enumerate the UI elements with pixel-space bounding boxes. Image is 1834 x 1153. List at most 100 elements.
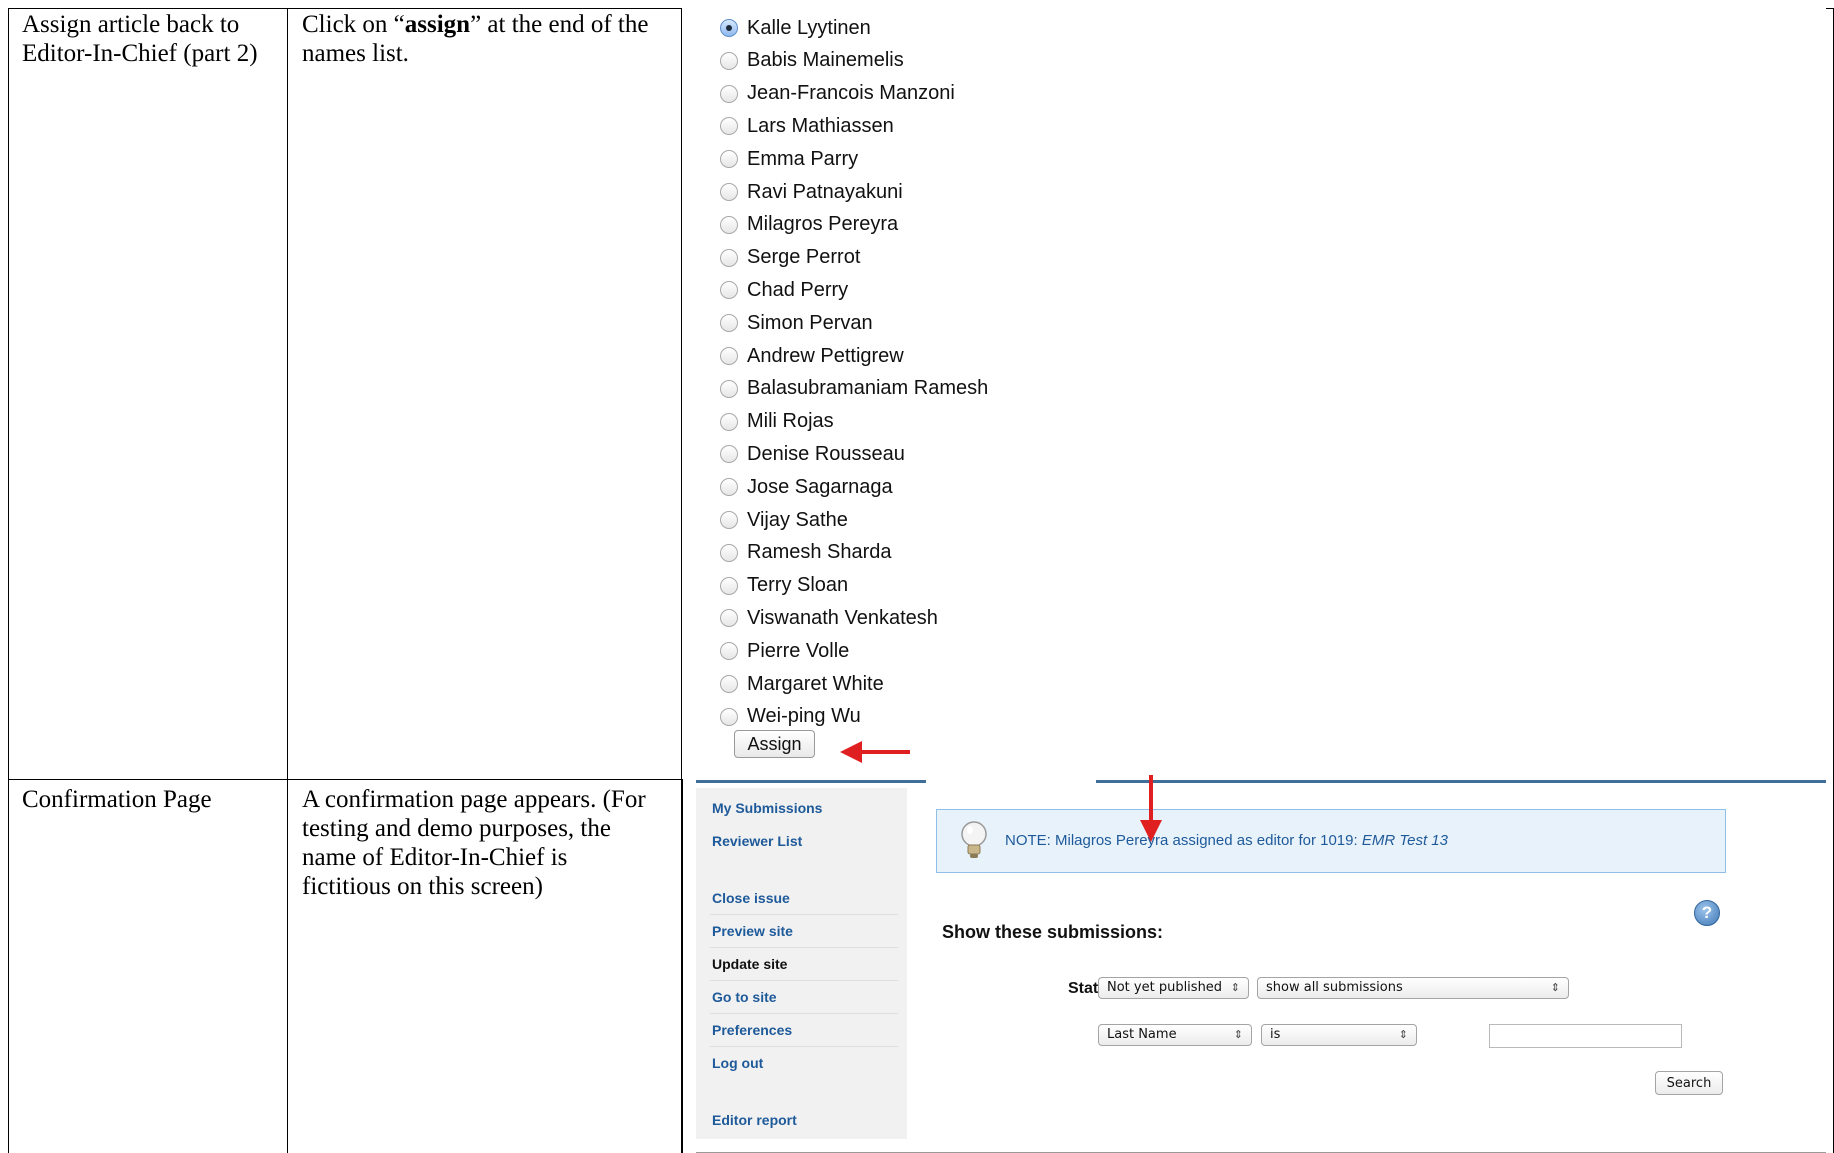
editor-list-screenshot: Kalle Lyytinen Babis Mainemelis Jean-Franc… — [682, 8, 1826, 779]
step-title-2: Confirmation Page — [22, 786, 212, 813]
select-arrows-icon: ⇕ — [1550, 981, 1560, 994]
notice-message: NOTE: Milagros Pereyra assigned as edito… — [1005, 832, 1448, 849]
editor-name-label: Kalle Lyytinen — [747, 16, 871, 39]
confirmation-notice: NOTE: Milagros Pereyra assigned as edito… — [936, 809, 1726, 873]
editor-radio-option[interactable]: Kalle Lyytinen — [720, 13, 871, 43]
radio-button[interactable] — [720, 248, 738, 267]
editor-radio-option[interactable]: Denise Rousseau — [720, 439, 905, 469]
editor-radio-option[interactable]: Viswanath Venkatesh — [720, 603, 938, 633]
radio-button[interactable] — [720, 576, 738, 595]
editor-radio-option[interactable]: Chad Perry — [720, 275, 848, 305]
radio-button[interactable] — [720, 183, 738, 201]
editor-radio-option[interactable]: Ravi Patnayakuni — [720, 177, 903, 207]
editor-name-label: Terry Sloan — [747, 574, 849, 597]
editor-name-label: Serge Perrot — [747, 246, 861, 269]
radio-button[interactable] — [720, 281, 738, 300]
show-submissions-heading: Show these submissions: — [942, 922, 1164, 942]
sidebar-item-my-submissions[interactable]: My Submissions — [712, 800, 822, 816]
editor-radio-option[interactable]: Andrew Pettigrew — [720, 341, 904, 371]
row-divider — [8, 779, 682, 780]
radio-button[interactable] — [720, 511, 738, 529]
sidebar-item-go-to-site[interactable]: Go to site — [712, 989, 777, 1005]
step-description-1: Click on “assign” at the end of the name… — [302, 10, 662, 68]
sidebar-item-close-issue[interactable]: Close issue — [712, 890, 790, 906]
editor-radio-option[interactable]: Pierre Volle — [720, 636, 849, 666]
radio-button[interactable] — [720, 445, 738, 464]
search-button[interactable]: Search — [1655, 1071, 1723, 1095]
radio-button[interactable] — [720, 379, 738, 398]
radio-button[interactable] — [720, 19, 738, 37]
sidebar-divider — [710, 947, 898, 948]
editor-radio-option[interactable]: Emma Parry — [720, 144, 858, 174]
editor-name-label: Margaret White — [747, 672, 884, 695]
editor-radio-option[interactable]: Milagros Pereyra — [720, 210, 898, 240]
radio-button[interactable] — [720, 642, 738, 661]
editor-name-label: Mili Rojas — [747, 410, 834, 433]
radio-button[interactable] — [720, 314, 738, 333]
sidebar-item-preferences[interactable]: Preferences — [712, 1022, 792, 1038]
assign-button[interactable]: Assign — [734, 730, 815, 758]
select-arrows-icon: ⇕ — [1230, 981, 1240, 994]
radio-button[interactable] — [720, 347, 738, 365]
desc-text-bold: assign — [404, 11, 471, 38]
editor-radio-option[interactable]: Simon Pervan — [720, 308, 873, 338]
notice-prefix: NOTE: Milagros Pereyra assigned as edito… — [1005, 832, 1362, 849]
step-description-2: A confirmation page appears. (For testin… — [302, 786, 646, 900]
confirmation-screenshot: My Submissions Reviewer List Close issue… — [696, 780, 1826, 1153]
select-arrows-icon: ⇕ — [1233, 1028, 1243, 1041]
sidebar-item-reviewer-list[interactable]: Reviewer List — [712, 833, 802, 849]
editor-radio-option[interactable]: Terry Sloan — [720, 571, 848, 601]
help-icon[interactable]: ? — [1694, 900, 1720, 926]
editor-name-label: Simon Pervan — [747, 311, 873, 334]
filter-select[interactable]: show all submissions ⇕ — [1257, 977, 1569, 999]
sidebar-divider — [710, 1013, 898, 1014]
editor-radio-option[interactable]: Wei-ping Wu — [720, 702, 861, 732]
state-select[interactable]: Not yet published ⇕ — [1098, 977, 1249, 999]
editor-name-label: Ramesh Sharda — [747, 541, 892, 564]
radio-button[interactable] — [720, 609, 738, 628]
editor-radio-option[interactable]: Vijay Sathe — [720, 505, 848, 535]
radio-button[interactable] — [720, 707, 738, 726]
state-select-value: Not yet published — [1107, 980, 1223, 995]
lightbulb-icon — [961, 821, 987, 858]
filter-select-value: show all submissions — [1266, 980, 1403, 995]
sidebar-divider — [710, 980, 898, 981]
radio-button[interactable] — [720, 543, 738, 562]
editor-name-label: Babis Mainemelis — [747, 49, 904, 72]
radio-button[interactable] — [720, 675, 738, 693]
editor-radio-option[interactable]: Balasubramaniam Ramesh — [720, 374, 988, 404]
operator-select-value: is — [1270, 1027, 1281, 1042]
radio-button[interactable] — [720, 150, 738, 169]
editor-name-label: Chad Perry — [747, 278, 849, 301]
editor-radio-option[interactable]: Jose Sagarnaga — [720, 472, 893, 502]
editor-name-label: Viswanath Venkatesh — [747, 606, 938, 629]
search-value-input[interactable] — [1489, 1024, 1682, 1048]
editor-radio-option[interactable]: Ramesh Sharda — [720, 538, 892, 568]
sidebar-item-log-out[interactable]: Log out — [712, 1055, 763, 1071]
editor-radio-option[interactable]: Jean-Francois Manzoni — [720, 79, 955, 109]
editor-name-label: Jose Sagarnaga — [747, 475, 893, 498]
field-select[interactable]: Last Name ⇕ — [1098, 1024, 1252, 1046]
sidebar-divider — [710, 1046, 898, 1047]
desc-text-before: Click on “ — [302, 11, 405, 38]
radio-button[interactable] — [720, 478, 738, 497]
editor-radio-option[interactable]: Mili Rojas — [720, 407, 834, 437]
editor-name-label: Balasubramaniam Ramesh — [747, 377, 989, 400]
editor-name-label: Andrew Pettigrew — [747, 344, 904, 367]
sidebar-item-editor-report[interactable]: Editor report — [712, 1112, 797, 1128]
editor-radio-option[interactable]: Margaret White — [720, 669, 884, 699]
editor-radio-option[interactable]: Serge Perrot — [720, 243, 860, 273]
sidebar-item-preview-site[interactable]: Preview site — [712, 923, 793, 939]
editor-name-label: Vijay Sathe — [747, 508, 848, 531]
radio-button[interactable] — [720, 117, 738, 136]
sidebar-item-update-site[interactable]: Update site — [712, 956, 787, 972]
radio-button[interactable] — [720, 215, 738, 234]
radio-button[interactable] — [720, 51, 738, 70]
sidebar-divider — [710, 914, 898, 915]
editor-radio-option[interactable]: Lars Mathiassen — [720, 111, 894, 141]
editor-radio-option[interactable]: Babis Mainemelis — [720, 46, 904, 76]
radio-button[interactable] — [720, 84, 738, 103]
editor-name-label: Ravi Patnayakuni — [747, 180, 903, 203]
operator-select[interactable]: is ⇕ — [1261, 1024, 1417, 1046]
radio-button[interactable] — [720, 412, 738, 431]
